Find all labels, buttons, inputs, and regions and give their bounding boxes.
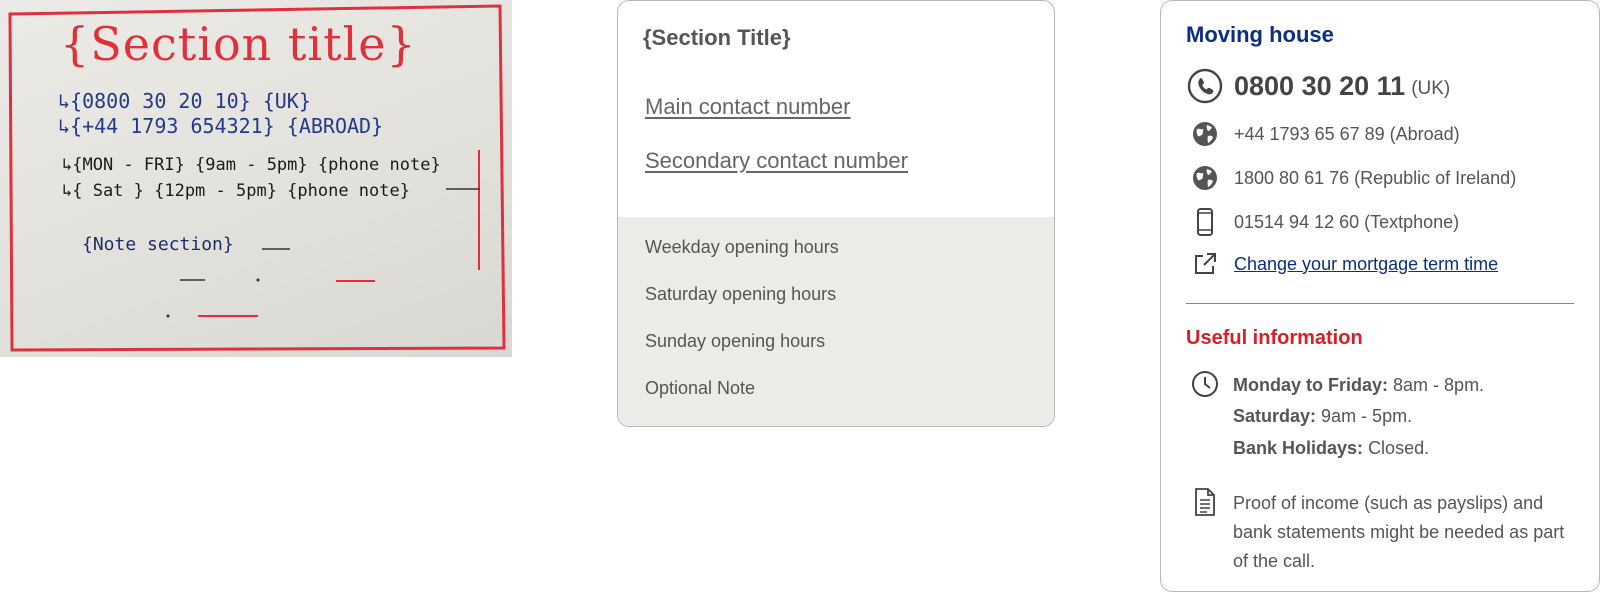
external-link-icon [1186,245,1224,283]
textphone-text[interactable]: 01514 94 12 60 (Textphone) [1234,212,1459,233]
optional-note-label: Optional Note [645,378,756,398]
globe-icon [1186,115,1224,153]
mobile-icon [1186,203,1224,241]
hours-label: Monday to Friday: [1233,375,1389,395]
phone-row-abroad[interactable]: +44 1793 65 67 89 (Abroad) [1186,115,1460,153]
clock-icon [1186,365,1224,403]
sketch-phone-2: ↳{+44 1793 654321} {ABROAD} [58,114,383,138]
change-mortgage-term-link[interactable]: Change your mortgage term time [1234,254,1498,275]
wireframe-section-title: {Section Title} [643,25,791,50]
globe-icon [1186,159,1224,197]
sunday-hours-label: Sunday opening hours [645,331,826,351]
wireframe-hours-panel: Weekday opening hours Saturday opening h… [618,217,1054,426]
hours-bank-holidays: Bank Holidays: Closed. [1233,438,1429,459]
main-phone-number[interactable]: 0800 30 20 11 [1234,71,1405,102]
sketch-hours-1: ↳{MON - FRI} {9am - 5pm} {phone note} [62,155,441,175]
phone-row-ireland[interactable]: 1800 80 61 76 (Republic of Ireland) [1186,159,1516,197]
section-divider [1186,303,1574,304]
secondary-contact-link[interactable]: Secondary contact number [645,148,908,174]
sketch-note: {Note section} [82,234,234,255]
hours-label: Saturday: [1233,406,1317,426]
weekday-hours-label: Weekday opening hours [645,237,839,257]
phone-row-textphone[interactable]: 01514 94 12 60 (Textphone) [1186,203,1459,241]
card-title: Moving house [1186,22,1334,47]
hours-saturday: Saturday: 9am - 5pm. [1233,406,1412,427]
main-contact-link[interactable]: Main contact number [645,94,850,120]
whiteboard-sketch: {Section title} ↳{0800 30 20 10} {UK} ↳{… [0,0,512,357]
hours-label: Bank Holidays: [1233,438,1364,458]
mortgage-link-row[interactable]: Change your mortgage term time [1186,245,1498,283]
sketch-hours-2: ↳{ Sat } {12pm - 5pm} {phone note} [62,181,410,201]
hours-weekday: Monday to Friday: 8am - 8pm. [1233,375,1484,396]
main-phone-row[interactable]: 0800 30 20 11 (UK) [1186,67,1450,105]
document-icon [1186,483,1224,521]
hours-value: 8am - 8pm. [1393,375,1485,395]
phone-icon [1186,67,1224,105]
phone-abroad-text[interactable]: +44 1793 65 67 89 (Abroad) [1234,124,1460,145]
proof-of-income-note: Proof of income (such as payslips) and b… [1233,493,1565,571]
wireframe-card: {Section Title} Main contact number Seco… [617,0,1055,427]
phone-ireland-text[interactable]: 1800 80 61 76 (Republic of Ireland) [1234,168,1516,189]
saturday-hours-label: Saturday opening hours [645,284,837,304]
hours-value: Closed. [1368,438,1430,458]
main-phone-region: (UK) [1411,78,1451,99]
sketch-phone-1: ↳{0800 30 20 10} {UK} [58,89,311,113]
sketch-title: {Section title} [60,17,417,71]
sketch-drawing: {Section title} ↳{0800 30 20 10} {UK} ↳{… [8,4,506,352]
hours-value: 9am - 5pm. [1321,406,1413,426]
contact-card: Moving house 0800 30 20 11 (UK) +44 1793… [1160,0,1600,592]
useful-information-heading: Useful information [1186,327,1363,349]
